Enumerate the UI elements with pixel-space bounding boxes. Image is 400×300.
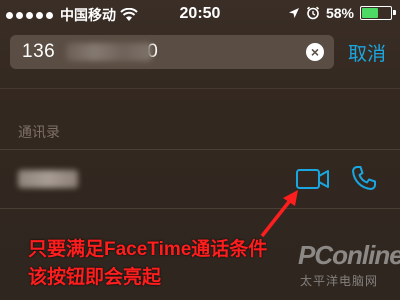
divider bbox=[0, 88, 400, 89]
location-arrow-icon bbox=[288, 8, 299, 18]
status-bar: 中国移动 20:50 58% bbox=[0, 0, 400, 28]
watermark: PConline 太平洋电脑网 bbox=[290, 238, 400, 298]
redacted-contact-name bbox=[18, 170, 78, 188]
watermark-logo: PConline bbox=[298, 240, 400, 270]
watermark-subtitle: 太平洋电脑网 bbox=[300, 274, 379, 288]
annotation-line-1: 只要满足FaceTime通话条件 bbox=[28, 239, 268, 260]
status-right: 58% bbox=[288, 5, 396, 21]
battery-icon bbox=[360, 6, 396, 20]
redacted-digits bbox=[66, 43, 152, 61]
battery-percent: 58% bbox=[325, 5, 354, 21]
section-header-contacts: 通讯录 bbox=[18, 124, 60, 140]
alarm-clock-icon bbox=[306, 6, 320, 20]
annotation-text: 只要满足FaceTime通话条件 该按钮即会亮起 bbox=[28, 236, 328, 292]
annotation-line-2: 该按钮即会亮起 bbox=[28, 267, 162, 288]
clear-search-icon[interactable]: × bbox=[306, 43, 324, 61]
search-input[interactable]: 136 0 × bbox=[10, 35, 334, 69]
phone-icon[interactable] bbox=[350, 164, 378, 192]
cancel-button[interactable]: 取消 bbox=[348, 39, 386, 66]
contact-row[interactable] bbox=[0, 150, 400, 208]
divider bbox=[0, 208, 400, 209]
video-camera-icon[interactable] bbox=[295, 166, 331, 192]
